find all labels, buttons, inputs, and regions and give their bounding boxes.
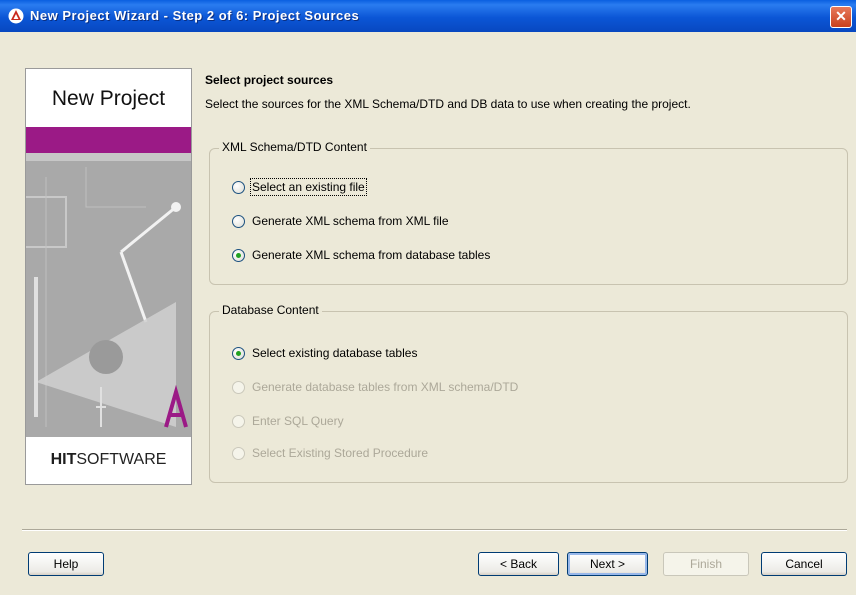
radio-label: Generate XML schema from database tables <box>252 248 491 262</box>
brand-logo-bold: HIT <box>50 451 77 468</box>
title-bar[interactable]: New Project Wizard - Step 2 of 6: Projec… <box>0 0 856 32</box>
database-content-group: Database Content Select existing databas… <box>209 303 848 483</box>
drafting-tools-illustration <box>26 127 191 437</box>
radio-icon <box>232 415 245 428</box>
next-button[interactable]: Next > <box>567 552 648 576</box>
page-heading: Select project sources <box>205 73 334 87</box>
radio-icon <box>232 447 245 460</box>
wizard-window: New Project Wizard - Step 2 of 6: Projec… <box>0 0 856 595</box>
finish-button: Finish <box>663 552 749 576</box>
radio-label: Generate XML schema from XML file <box>252 214 449 228</box>
radio-label: Select existing database tables <box>252 346 418 360</box>
radio-label: Select Existing Stored Procedure <box>252 446 429 460</box>
database-group-legend: Database Content <box>219 303 322 317</box>
radio-icon[interactable] <box>232 347 245 360</box>
page-description: Select the sources for the XML Schema/DT… <box>205 97 691 111</box>
back-button[interactable]: < Back <box>478 552 559 576</box>
xml-schema-group: XML Schema/DTD Content Select an existin… <box>209 140 848 285</box>
radio-label: Enter SQL Query <box>252 414 344 428</box>
brand-logo-rest: SOFTWARE <box>76 451 167 468</box>
app-logo-icon <box>8 8 24 24</box>
cancel-button[interactable]: Cancel <box>761 552 847 576</box>
radio-icon[interactable] <box>232 181 245 194</box>
brand-logo: HITSOFTWARE <box>26 451 191 469</box>
close-button[interactable]: ✕ <box>830 6 852 28</box>
sidebar-title: New Project <box>51 87 166 110</box>
xml-schema-group-legend: XML Schema/DTD Content <box>219 140 370 154</box>
radio-icon[interactable] <box>232 215 245 228</box>
help-button[interactable]: Help <box>28 552 104 576</box>
radio-icon <box>232 381 245 394</box>
radio-label: Generate database tables from XML schema… <box>252 380 519 394</box>
wizard-sidebar-panel: New Project HITSOFTWARE <box>25 68 192 485</box>
radio-icon[interactable] <box>232 249 245 262</box>
button-bar-divider <box>22 529 847 531</box>
window-title: New Project Wizard - Step 2 of 6: Projec… <box>30 8 360 23</box>
radio-label: Select an existing file <box>250 178 367 196</box>
